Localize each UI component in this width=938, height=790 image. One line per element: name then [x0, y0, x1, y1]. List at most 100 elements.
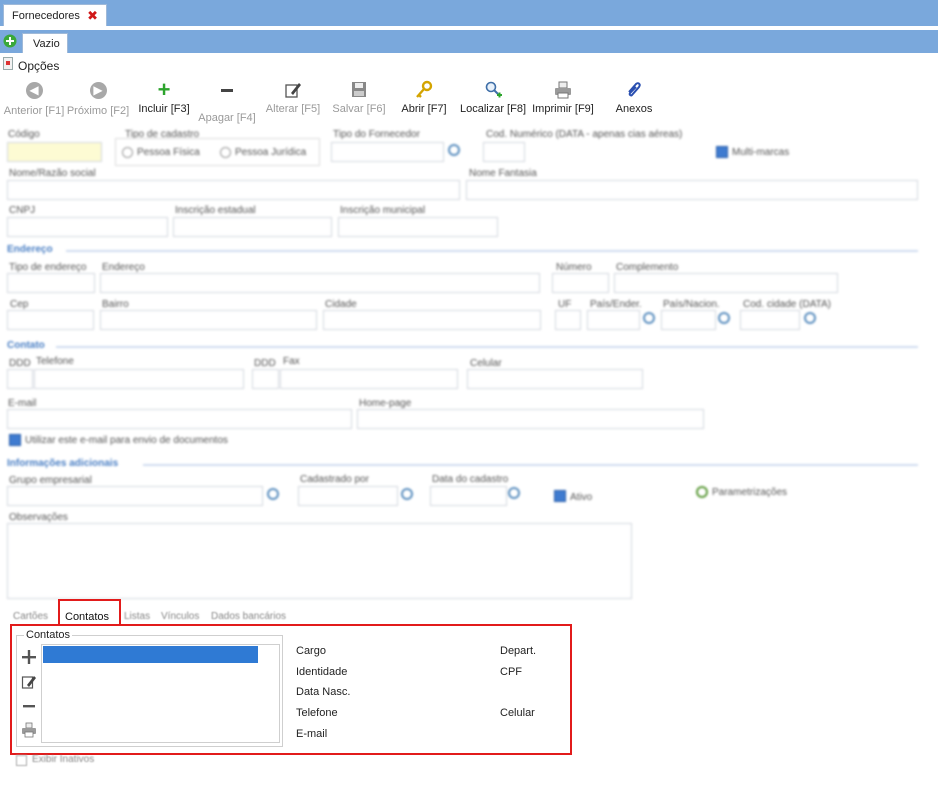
email-input[interactable]: [7, 409, 352, 429]
observacoes-label: Observações: [9, 512, 68, 523]
tipo-fornecedor-input[interactable]: [331, 142, 444, 162]
lookup-icon[interactable]: [718, 312, 730, 324]
supplier-form: Código Tipo de cadastro Pessoa Física Pe…: [0, 126, 938, 600]
celular-input[interactable]: [467, 369, 643, 389]
edit-button[interactable]: Alterar [F5]: [262, 80, 324, 115]
contacts-list-selected-row[interactable]: [43, 646, 258, 663]
next-button[interactable]: ▶ Próximo [F2]: [66, 80, 130, 117]
cnpj-input[interactable]: [7, 217, 168, 237]
minus-icon: [216, 89, 238, 109]
cidade-input[interactable]: [323, 310, 541, 330]
endereco-input[interactable]: [100, 273, 540, 293]
tipo-endereco-select[interactable]: [7, 273, 95, 293]
add-contact-plus-icon[interactable]: [21, 649, 37, 665]
floppy-icon: [348, 80, 370, 100]
arrow-left-icon: ◀: [23, 82, 45, 102]
cod-cidade-input[interactable]: [740, 310, 800, 330]
pessoa-juridica-label: Pessoa Jurídica: [235, 147, 307, 158]
endereco-section-title: Endereço: [7, 244, 53, 255]
ddd-fax-label: DDD: [254, 358, 276, 369]
pencil-icon: [282, 80, 304, 100]
multi-marcas-checkbox[interactable]: [716, 146, 728, 158]
pais-nacion-label: País/Nacion.: [663, 299, 720, 310]
cep-label: Cep: [10, 299, 29, 310]
data-cadastro-label: Data do cadastro: [432, 474, 509, 485]
ddd-label: DDD: [9, 358, 31, 369]
parametrizacoes-button[interactable]: Parametrizações: [712, 487, 787, 498]
tab-cartoes[interactable]: Cartões: [13, 611, 48, 622]
options-menu[interactable]: Opções: [18, 59, 59, 73]
options-icon: [3, 57, 13, 70]
arrow-right-icon: ▶: [87, 82, 109, 102]
telefone-input[interactable]: [34, 369, 244, 389]
inscricao-estadual-input[interactable]: [173, 217, 332, 237]
cep-input[interactable]: [7, 310, 94, 330]
cadastrado-por-label: Cadastrado por: [300, 474, 369, 485]
save-button[interactable]: Salvar [F6]: [328, 80, 390, 115]
nome-fantasia-input[interactable]: [466, 180, 918, 200]
tab-listas[interactable]: Listas: [124, 611, 150, 622]
telefone-label: Telefone: [36, 356, 74, 367]
cod-cidade-label: Cod. cidade (DATA): [743, 299, 831, 310]
lookup-icon[interactable]: [448, 144, 460, 156]
ddd-input[interactable]: [7, 369, 33, 389]
multi-marcas-label: Multi-marcas: [732, 147, 790, 158]
inscricao-estadual-label: Inscrição estadual: [175, 205, 256, 216]
uf-label: UF: [558, 299, 572, 310]
cod-numerico-input[interactable]: [483, 142, 525, 162]
lookup-icon[interactable]: [643, 312, 655, 324]
lookup-icon[interactable]: [267, 488, 279, 500]
pais-nacion-input[interactable]: [661, 310, 716, 330]
settings-icon[interactable]: [696, 486, 708, 498]
locate-button[interactable]: Localizar [F8]: [458, 80, 528, 115]
attachments-button[interactable]: Anexos: [610, 80, 658, 115]
fax-input[interactable]: [280, 369, 458, 389]
data-cadastro-input[interactable]: [430, 486, 507, 506]
inscricao-municipal-input[interactable]: [338, 217, 498, 237]
tab-vinculos[interactable]: Vínculos: [161, 611, 199, 622]
record-tab-vazio[interactable]: Vazio: [22, 33, 68, 53]
codigo-input[interactable]: [7, 142, 102, 162]
lookup-icon[interactable]: [401, 488, 413, 500]
tab-dados-bancarios[interactable]: Dados bancários: [211, 611, 286, 622]
nome-razao-input[interactable]: [7, 180, 460, 200]
usar-email-checkbox[interactable]: [9, 434, 21, 446]
pais-ender-input[interactable]: [587, 310, 640, 330]
delete-button[interactable]: Apagar [F4]: [196, 80, 258, 124]
pessoa-fisica-radio[interactable]: [122, 147, 133, 158]
print-button[interactable]: Imprimir [F9]: [530, 80, 596, 115]
document-tab-fornecedores[interactable]: Fornecedores ✖: [3, 4, 107, 26]
tab-contatos-label: Contatos: [65, 611, 110, 623]
edit-contact-pencil-icon[interactable]: [21, 674, 37, 690]
cadastrado-por-input[interactable]: [298, 486, 398, 506]
close-icon[interactable]: ✖: [87, 8, 98, 24]
tab-contatos[interactable]: Contatos: [58, 599, 121, 626]
observacoes-textarea[interactable]: [7, 523, 632, 599]
paperclip-icon: [623, 80, 645, 100]
add-tab-icon[interactable]: [3, 34, 17, 48]
uf-input[interactable]: [555, 310, 581, 330]
grupo-empresarial-label: Grupo empresarial: [9, 475, 92, 486]
grupo-empresarial-input[interactable]: [7, 486, 263, 506]
bairro-input[interactable]: [100, 310, 317, 330]
previous-button[interactable]: ◀ Anterior [F1]: [2, 80, 66, 117]
show-inactive-checkbox[interactable]: [16, 755, 27, 766]
lookup-icon[interactable]: [508, 487, 520, 499]
identidade-label: Identidade: [296, 666, 348, 678]
include-button[interactable]: + Incluir [F3]: [133, 79, 195, 116]
cidade-label: Cidade: [325, 299, 357, 310]
open-button[interactable]: Abrir [F7]: [396, 80, 452, 115]
fax-label: Fax: [283, 356, 300, 367]
tipo-fornecedor-label: Tipo do Fornecedor: [333, 129, 420, 140]
ddd-fax-input[interactable]: [252, 369, 279, 389]
remove-contact-minus-icon[interactable]: [21, 698, 37, 714]
inscricao-municipal-label: Inscrição municipal: [340, 205, 426, 216]
numero-input[interactable]: [552, 273, 609, 293]
ativo-checkbox[interactable]: [554, 490, 566, 502]
section-divider: [143, 464, 918, 466]
pessoa-juridica-radio[interactable]: [220, 147, 231, 158]
print-contact-printer-icon[interactable]: [21, 722, 37, 738]
home-page-input[interactable]: [357, 409, 704, 429]
complemento-input[interactable]: [614, 273, 838, 293]
lookup-icon[interactable]: [804, 312, 816, 324]
